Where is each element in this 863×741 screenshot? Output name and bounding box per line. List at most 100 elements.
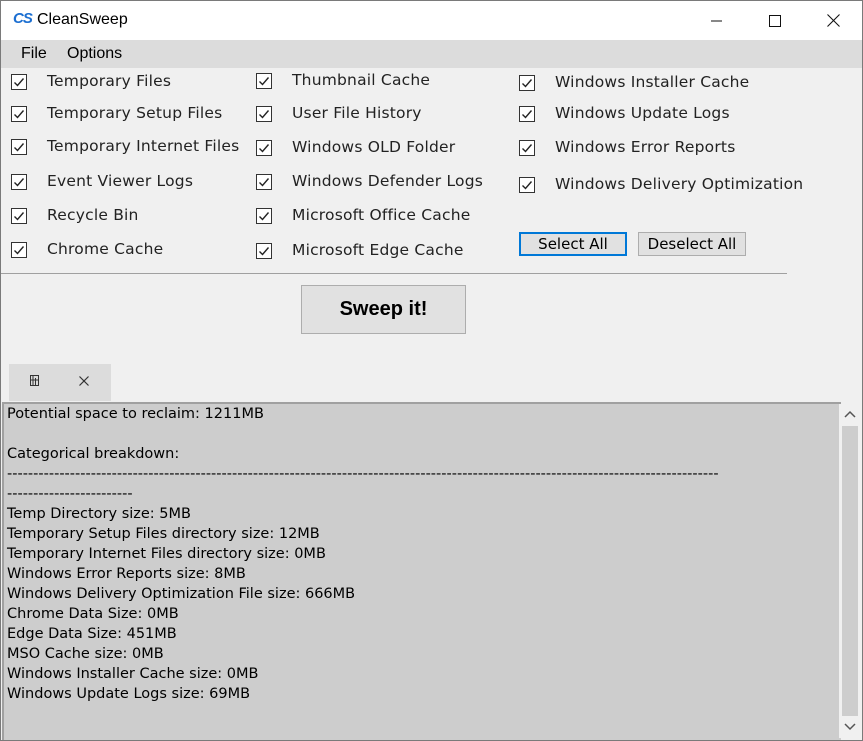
checkbox-item[interactable]: Windows Installer Cache xyxy=(519,72,749,94)
checkmark-icon xyxy=(14,143,25,152)
checkbox-item[interactable]: Microsoft Edge Cache xyxy=(256,240,463,262)
checkbox-label[interactable]: Recycle Bin xyxy=(47,206,139,224)
sweep-button[interactable]: Sweep it! xyxy=(301,285,466,334)
close-icon xyxy=(826,14,840,27)
output-line: Edge Data Size: 451MB xyxy=(7,626,177,642)
output-line: Temporary Setup Files directory size: 12… xyxy=(7,526,320,542)
checkbox-item[interactable]: Event Viewer Logs xyxy=(11,171,193,193)
checkbox-label[interactable]: User File History xyxy=(292,104,422,122)
app-logo-icon: CS xyxy=(13,10,33,27)
checkbox[interactable] xyxy=(11,174,27,190)
app-window: CS CleanSweep File Options Temporary Fil… xyxy=(0,0,863,741)
checkmark-icon xyxy=(14,178,25,187)
checkbox-label[interactable]: Temporary Internet Files xyxy=(47,137,239,155)
checkbox-item[interactable]: Thumbnail Cache xyxy=(256,70,430,92)
output-line: Windows Installer Cache size: 0MB xyxy=(7,666,259,682)
checkbox-label[interactable]: Windows Installer Cache xyxy=(555,73,749,91)
checkbox-item[interactable]: Temporary Internet Files xyxy=(11,136,239,158)
checkbox-item[interactable]: Windows Update Logs xyxy=(519,103,730,125)
checkbox[interactable] xyxy=(256,140,272,156)
checkmark-icon xyxy=(14,78,25,87)
deselect-all-button[interactable]: Deselect All xyxy=(638,232,746,256)
checkmark-icon xyxy=(259,212,270,221)
checkbox[interactable] xyxy=(519,106,535,122)
scroll-down-arrow-icon[interactable] xyxy=(844,723,856,731)
output-line: Categorical breakdown: xyxy=(7,446,180,462)
output-line: Chrome Data Size: 0MB xyxy=(7,606,179,622)
checkmark-icon xyxy=(259,77,270,86)
checkbox-item[interactable]: Temporary Files xyxy=(11,71,171,93)
output-line: ------------------------ xyxy=(7,486,133,502)
checkbox-label[interactable]: Windows OLD Folder xyxy=(292,138,455,156)
checkbox-label[interactable]: Microsoft Office Cache xyxy=(292,206,470,224)
close-icon[interactable] xyxy=(79,376,89,386)
checkbox[interactable] xyxy=(256,208,272,224)
checkbox-label[interactable]: Event Viewer Logs xyxy=(47,172,193,190)
title-bar: CS CleanSweep xyxy=(1,1,862,40)
checkbox-item[interactable]: Microsoft Office Cache xyxy=(256,205,470,227)
minimize-icon xyxy=(711,20,722,21)
vertical-scrollbar[interactable] xyxy=(839,404,861,738)
checkbox[interactable] xyxy=(11,74,27,90)
checkmark-icon xyxy=(522,110,533,119)
checkbox[interactable] xyxy=(519,140,535,156)
close-window-button[interactable] xyxy=(804,1,862,40)
maximize-button[interactable] xyxy=(746,1,804,40)
separator xyxy=(1,273,787,274)
output-line: Windows Update Logs size: 69MB xyxy=(7,686,251,702)
checkbox-label[interactable]: Microsoft Edge Cache xyxy=(292,241,464,259)
checkbox[interactable] xyxy=(519,177,535,193)
checkbox[interactable] xyxy=(11,139,27,155)
output-line: Potential space to reclaim: 1211MB xyxy=(7,406,264,422)
checkmark-icon xyxy=(14,212,25,221)
checkmark-icon xyxy=(259,110,270,119)
checkmark-icon xyxy=(522,79,533,88)
output-line: ----------------------------------------… xyxy=(7,466,719,482)
checkmark-icon xyxy=(259,178,270,187)
checkbox-label[interactable]: Windows Defender Logs xyxy=(292,172,483,190)
checkbox[interactable] xyxy=(256,73,272,89)
checkbox[interactable] xyxy=(11,208,27,224)
menu-bar: File Options xyxy=(1,40,862,68)
scrollbar-thumb[interactable] xyxy=(842,426,858,716)
select-all-button[interactable]: Select All xyxy=(519,232,627,256)
checkbox[interactable] xyxy=(11,242,27,258)
checkbox-label[interactable]: Windows Update Logs xyxy=(555,104,730,122)
checkbox-item[interactable]: Chrome Cache xyxy=(11,239,163,261)
checkbox-label[interactable]: Thumbnail Cache xyxy=(292,71,430,89)
checkbox[interactable] xyxy=(256,106,272,122)
checkbox[interactable] xyxy=(256,174,272,190)
output-tab[interactable] xyxy=(9,364,111,401)
checkmark-icon xyxy=(14,110,25,119)
checkbox-label[interactable]: Windows Delivery Optimization xyxy=(555,175,803,193)
output-line: Windows Delivery Optimization File size:… xyxy=(7,586,356,602)
checkbox[interactable] xyxy=(519,75,535,91)
checkbox-label[interactable]: Windows Error Reports xyxy=(555,138,735,156)
maximize-icon xyxy=(769,14,781,27)
pin-icon[interactable] xyxy=(28,374,42,388)
checkbox-label[interactable]: Temporary Files xyxy=(47,72,171,90)
menu-file[interactable]: File xyxy=(21,45,47,63)
output-textbox[interactable]: Potential space to reclaim: 1211MB Catego… xyxy=(2,402,841,740)
checkbox[interactable] xyxy=(256,243,272,259)
checkbox-label[interactable]: Chrome Cache xyxy=(47,240,163,258)
output-line: MSO Cache size: 0MB xyxy=(7,646,164,662)
checkmark-icon xyxy=(14,246,25,255)
checkbox-item[interactable]: Recycle Bin xyxy=(11,205,138,227)
checkbox-item[interactable]: User File History xyxy=(256,103,421,125)
checkmark-icon xyxy=(259,144,270,153)
checkmark-icon xyxy=(522,144,533,153)
checkbox-item[interactable]: Windows Delivery Optimization xyxy=(519,174,803,196)
menu-options[interactable]: Options xyxy=(67,45,122,63)
checkbox-item[interactable]: Windows OLD Folder xyxy=(256,137,455,159)
checkmark-icon xyxy=(259,247,270,256)
scroll-up-arrow-icon[interactable] xyxy=(844,410,856,418)
output-line: Temporary Internet Files directory size:… xyxy=(7,546,326,562)
checkbox-item[interactable]: Windows Defender Logs xyxy=(256,171,483,193)
checkbox-item[interactable]: Windows Error Reports xyxy=(519,137,735,159)
output-line: Temp Directory size: 5MB xyxy=(7,506,191,522)
checkbox[interactable] xyxy=(11,106,27,122)
checkbox-label[interactable]: Temporary Setup Files xyxy=(47,104,222,122)
checkbox-item[interactable]: Temporary Setup Files xyxy=(11,103,222,125)
minimize-button[interactable] xyxy=(688,1,746,40)
